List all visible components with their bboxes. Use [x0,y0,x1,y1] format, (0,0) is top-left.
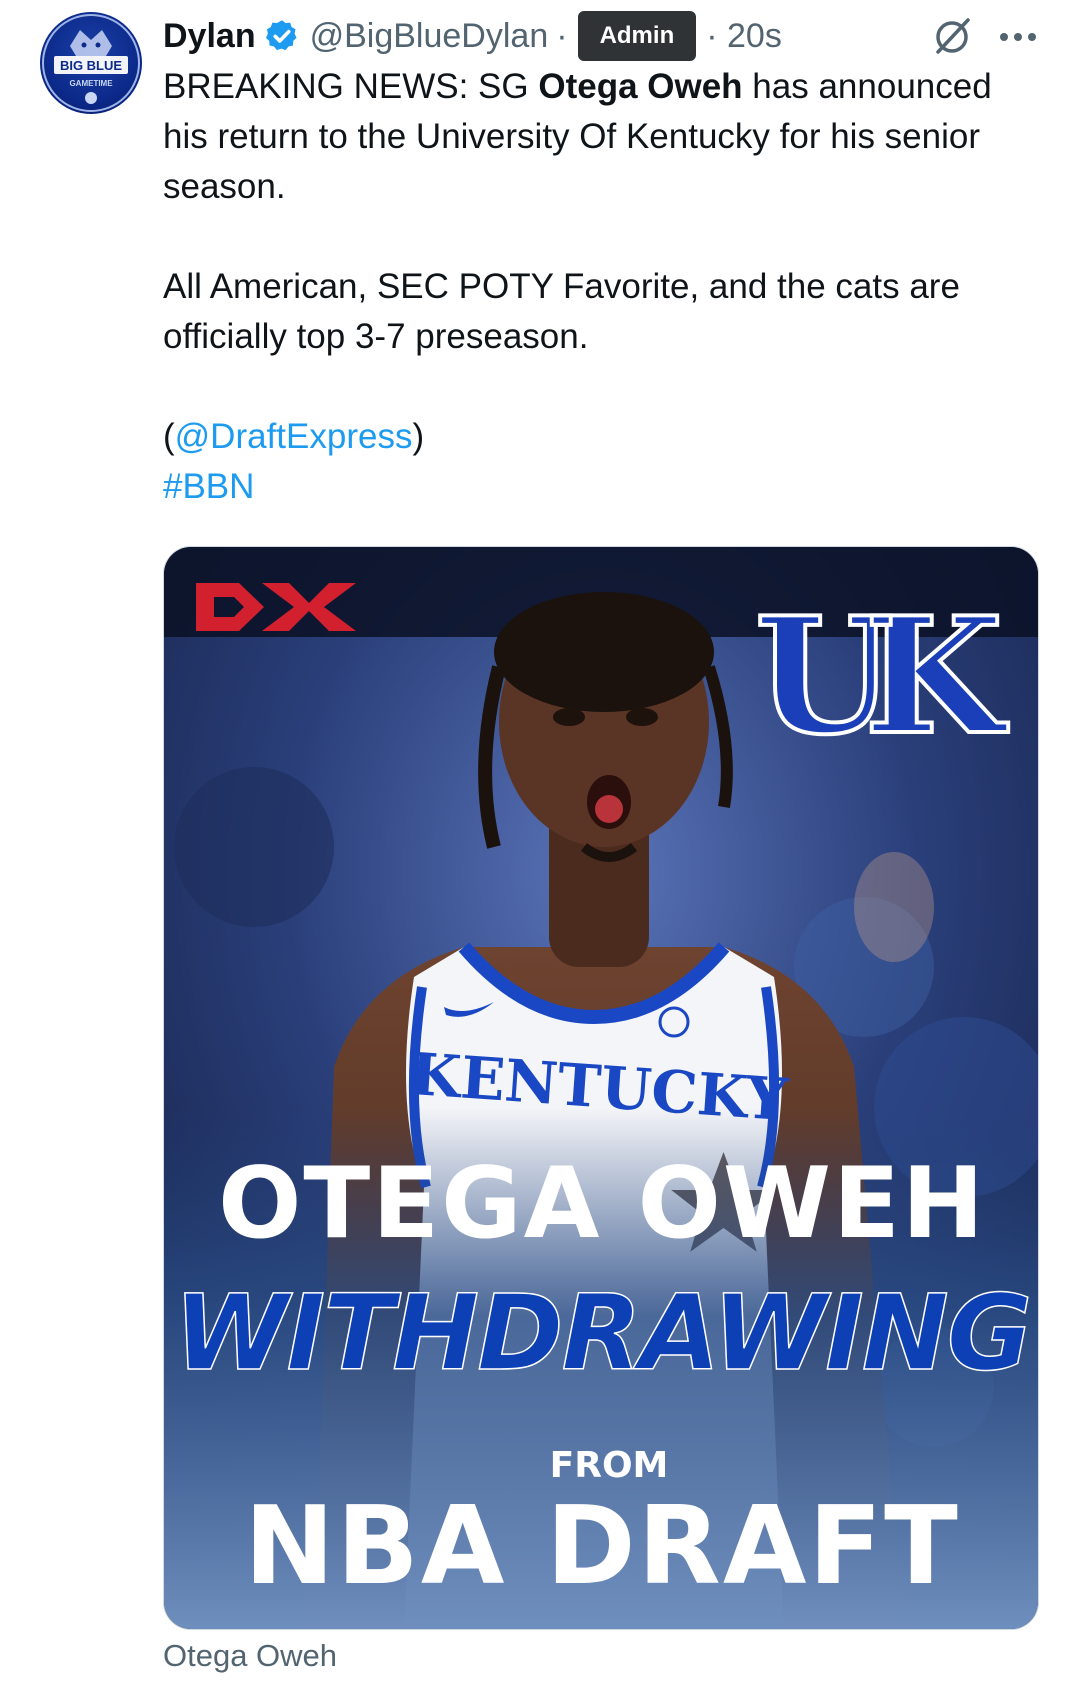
grok-icon[interactable] [930,14,974,58]
headline-action: WITHDRAWING [174,1272,1030,1394]
tweet-paragraph-3: (@DraftExpress) [163,417,425,456]
tweet[interactable]: BIG BLUE GAMETIME Dylan @BigBlueDylan · … [0,0,1079,1691]
tweet-paragraph-2: All American, SEC POTY Favorite, and the… [163,267,960,356]
player-name: Otega Oweh [538,67,743,106]
svg-text:DX: DX [164,547,166,548]
hashtag-link[interactable]: #BBN [163,467,254,506]
tweet-text: BREAKING NEWS: SG Otega Oweh has announc… [163,62,1043,512]
avatar-text-bottom: GAMETIME [69,79,113,88]
tweet-header: Dylan @BigBlueDylan · Admin · 20s [163,11,782,61]
headline-name: OTEGA OWEH [218,1147,986,1261]
svg-text:UK: UK [755,582,1009,770]
avatar[interactable]: BIG BLUE GAMETIME [40,12,142,114]
media-caption: Otega Oweh [163,1638,338,1673]
admin-badge: Admin [577,11,697,61]
timestamp[interactable]: · 20s [706,17,782,56]
separator-dot: · [556,16,568,55]
author-handle[interactable]: @BigBlueDylan [310,17,549,56]
verified-badge-icon [265,20,297,51]
tweet-paragraph-1: BREAKING NEWS: SG Otega Oweh has announc… [163,67,992,206]
avatar-text-top: BIG BLUE [60,58,122,73]
uk-logo: UK [753,580,1038,772]
more-options-icon[interactable] [997,22,1039,52]
mention-link[interactable]: @DraftExpress [175,417,413,456]
media-image[interactable]: KENTUCKY DX UK OTEGA OWEH WITHDRAWING FR… [163,546,1039,1630]
headline-from: FROM [550,1445,669,1486]
author-name[interactable]: Dylan [163,17,256,56]
headline-event: NBA DRAFT [244,1484,960,1609]
